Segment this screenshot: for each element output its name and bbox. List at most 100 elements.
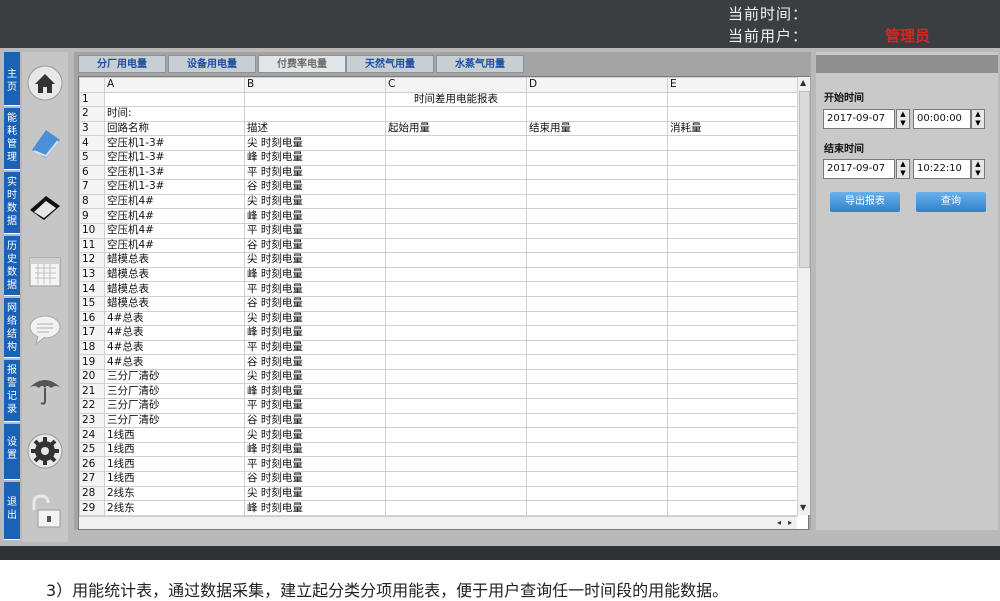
start-usage-cell[interactable] [385,193,527,210]
tab-factory-electricity[interactable]: 分厂用电量 [78,55,166,73]
description-cell[interactable]: 尖 时刻电量 [244,193,386,210]
nav-item-energy[interactable]: 能耗管理 [4,108,20,170]
end-usage-cell[interactable] [526,500,668,516]
circuit-name-cell[interactable]: 2线东 [104,500,245,516]
consumption-cell[interactable] [667,149,798,166]
consumption-cell[interactable] [667,383,798,400]
start-date-spinner[interactable]: ▲ ▼ [896,109,910,129]
circuit-name-cell[interactable]: 4#总表 [104,354,245,370]
circuit-name-cell[interactable]: 蜡模总表 [104,281,245,297]
start-usage-cell[interactable] [385,339,527,356]
start-usage-cell[interactable] [385,325,527,341]
description-cell[interactable]: 平 时刻电量 [244,339,386,356]
table-cell[interactable] [104,91,245,108]
umbrella-icon[interactable] [26,370,64,408]
circuit-name-cell[interactable]: 4#总表 [104,310,245,327]
description-cell[interactable]: 平 时刻电量 [244,398,386,414]
description-cell[interactable]: 平 时刻电量 [244,456,386,473]
home-icon[interactable] [26,64,64,102]
scroll-up-icon[interactable]: ▲ [800,78,806,87]
start-usage-cell[interactable] [385,427,527,443]
description-cell[interactable]: 峰 时刻电量 [244,441,386,458]
start-usage-cell[interactable] [385,237,527,254]
start-usage-cell[interactable] [385,135,527,151]
start-usage-cell[interactable] [385,310,527,327]
start-usage-cell[interactable] [385,295,527,312]
nav-item-network[interactable]: 网络结构 [4,298,20,358]
start-usage-cell[interactable] [385,149,527,166]
description-cell[interactable]: 尖 时刻电量 [244,427,386,443]
end-time-field[interactable]: 10:22:10 [913,159,971,179]
calendar-icon[interactable] [26,252,64,290]
end-usage-cell[interactable] [526,398,668,414]
consumption-cell[interactable] [667,222,798,239]
table-cell[interactable] [667,106,798,122]
start-usage-cell[interactable] [385,383,527,400]
consumption-cell[interactable] [667,135,798,151]
end-date-spinner[interactable]: ▲ ▼ [896,159,910,179]
end-usage-cell[interactable] [526,222,668,239]
end-usage-cell[interactable] [526,281,668,297]
description-cell[interactable]: 谷 时刻电量 [244,471,386,487]
end-usage-cell[interactable] [526,456,668,473]
description-cell[interactable]: 峰 时刻电量 [244,325,386,341]
end-usage-cell[interactable] [526,208,668,224]
header-cell[interactable]: 描述 [244,120,386,137]
end-usage-cell[interactable] [526,427,668,443]
description-cell[interactable]: 峰 时刻电量 [244,149,386,166]
notebook-icon[interactable] [26,188,64,226]
horizontal-scrollbar[interactable]: ◂ ▸ [79,516,797,529]
consumption-cell[interactable] [667,325,798,341]
tab-natural-gas[interactable]: 天然气用量 [346,55,434,73]
consumption-cell[interactable] [667,456,798,473]
consumption-cell[interactable] [667,412,798,429]
circuit-name-cell[interactable]: 空压机4# [104,237,245,254]
consumption-cell[interactable] [667,193,798,210]
start-usage-cell[interactable] [385,179,527,195]
circuit-name-cell[interactable]: 1线西 [104,471,245,487]
circuit-name-cell[interactable]: 空压机4# [104,222,245,239]
scroll-right-icon[interactable]: ▸ [788,518,792,527]
nav-item-home[interactable]: 主页 [4,52,20,106]
circuit-name-cell[interactable]: 1线西 [104,441,245,458]
start-usage-cell[interactable] [385,164,527,181]
circuit-name-cell[interactable]: 4#总表 [104,339,245,356]
consumption-cell[interactable] [667,179,798,195]
start-usage-cell[interactable] [385,485,527,502]
circuit-name-cell[interactable]: 空压机1-3# [104,179,245,195]
header-cell[interactable]: 消耗量 [667,120,798,137]
circuit-name-cell[interactable]: 4#总表 [104,325,245,341]
scroll-thumb[interactable] [799,91,810,268]
end-usage-cell[interactable] [526,368,668,385]
circuit-name-cell[interactable]: 三分厂清砂 [104,398,245,414]
circuit-name-cell[interactable]: 1线西 [104,427,245,443]
nav-item-settings[interactable]: 设置 [4,424,20,480]
start-usage-cell[interactable] [385,266,527,283]
tab-rate-electricity[interactable]: 付费率电量 [258,55,346,73]
header-cell[interactable]: 回路名称 [104,120,245,137]
start-usage-cell[interactable] [385,252,527,268]
end-usage-cell[interactable] [526,164,668,181]
end-usage-cell[interactable] [526,485,668,502]
circuit-name-cell[interactable]: 空压机1-3# [104,135,245,151]
circuit-name-cell[interactable]: 三分厂清砂 [104,368,245,385]
circuit-name-cell[interactable]: 空压机1-3# [104,164,245,181]
consumption-cell[interactable] [667,237,798,254]
description-cell[interactable]: 尖 时刻电量 [244,135,386,151]
description-cell[interactable]: 谷 时刻电量 [244,354,386,370]
header-cell[interactable]: 起始用量 [385,120,527,137]
circuit-name-cell[interactable]: 空压机1-3# [104,149,245,166]
consumption-cell[interactable] [667,368,798,385]
consumption-cell[interactable] [667,485,798,502]
description-cell[interactable]: 平 时刻电量 [244,222,386,239]
description-cell[interactable]: 峰 时刻电量 [244,500,386,516]
description-cell[interactable]: 平 时刻电量 [244,281,386,297]
end-usage-cell[interactable] [526,383,668,400]
start-usage-cell[interactable] [385,208,527,224]
unlock-icon[interactable] [26,492,64,530]
nav-item-alarm[interactable]: 报警记录 [4,360,20,422]
consumption-cell[interactable] [667,500,798,516]
circuit-name-cell[interactable]: 蜡模总表 [104,295,245,312]
column-header-cell[interactable]: E [667,77,798,93]
time-label-cell[interactable]: 时间: [104,106,245,122]
